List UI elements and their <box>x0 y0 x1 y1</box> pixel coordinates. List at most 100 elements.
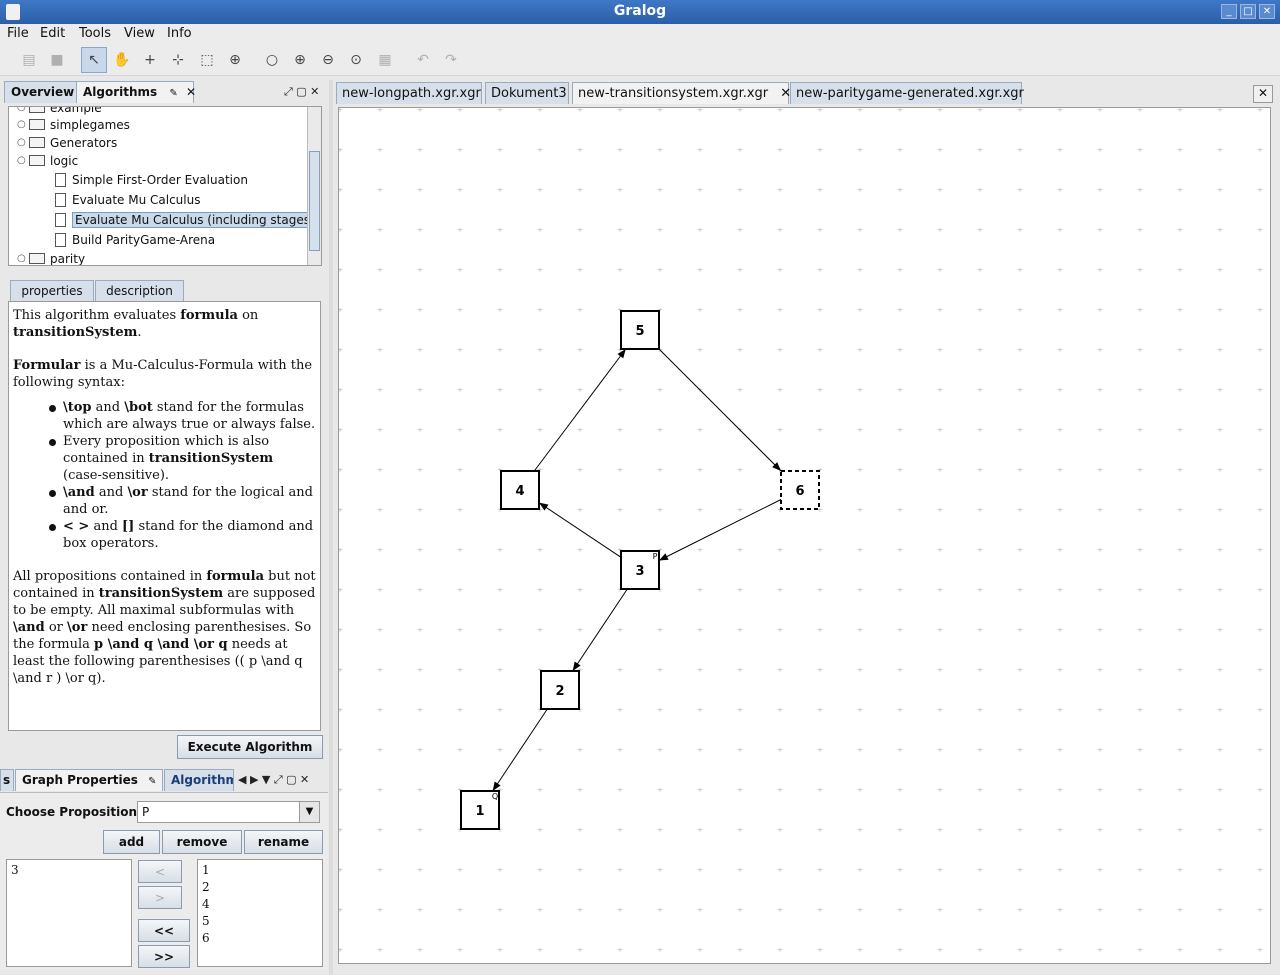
move-left-button[interactable]: < <box>138 860 182 883</box>
list-item[interactable]: 6 <box>202 930 318 947</box>
vertex-4[interactable]: 4 <box>500 470 540 510</box>
zoom-in-icon[interactable]: ⊕ <box>287 47 313 73</box>
vertex-label: 3 <box>635 564 644 579</box>
desc-paragraph-3: All propositions contained in formula bu… <box>13 569 316 686</box>
pin-icon[interactable]: ✎ <box>148 776 156 787</box>
tab-longpath[interactable]: new-longpath.xgr.xgr <box>336 82 482 104</box>
list-item[interactable]: 1 <box>202 862 318 879</box>
maximize-button[interactable]: □ <box>1240 4 1256 19</box>
minimize-button[interactable]: _ <box>1221 4 1237 19</box>
tab-algorithms[interactable]: Algorithms ✎ ✕ <box>76 81 196 103</box>
hand-icon[interactable]: ✋ <box>109 47 135 73</box>
zoom-100-icon[interactable]: ⊙ <box>343 47 369 73</box>
tab-algorithms-label: Algorithms <box>83 85 158 99</box>
add-vertex-icon[interactable]: + <box>137 47 163 73</box>
open-icon[interactable]: ▤ <box>16 47 42 73</box>
menu-tools[interactable]: Tools <box>79 26 111 41</box>
tree-item-simple-fo-eval[interactable]: Simple First-Order Evaluation <box>55 170 248 189</box>
execute-algorithm-button[interactable]: Execute Algorithm <box>177 735 323 759</box>
tree-item-generators[interactable]: ○ Generators <box>17 133 117 152</box>
scroll-thumb[interactable] <box>309 151 320 251</box>
document-icon <box>55 172 66 187</box>
grid-background <box>339 108 1270 963</box>
undo-icon[interactable]: ↶ <box>410 47 436 73</box>
tree-item-eval-mu[interactable]: Evaluate Mu Calculus <box>55 190 200 209</box>
zoom-out-icon[interactable]: ⊖ <box>315 47 341 73</box>
menu-view[interactable]: View <box>124 26 155 41</box>
tree-item-simplegames[interactable]: ○ simplegames <box>17 115 130 134</box>
tab-dokument3[interactable]: Dokument3 <box>485 82 569 104</box>
algorithm-description: This algorithm evaluates formula on tran… <box>8 301 321 731</box>
toolbar: ▤ ■ ↖ ✋ + ⊹ ⬚ ⊕ ○ ⊕ ⊖ ⊙ ▦ ↶ ↷ <box>0 44 1280 76</box>
list-item[interactable]: 3 <box>11 862 127 879</box>
select-rect-icon[interactable]: ⬚ <box>194 47 220 73</box>
vertex-label: 1 <box>475 804 484 819</box>
menu-edit[interactable]: Edit <box>40 26 65 41</box>
vertex-label: 5 <box>635 324 644 339</box>
close-editor-button[interactable]: ✕ <box>1253 85 1273 103</box>
grid-icon[interactable]: ▦ <box>372 47 398 73</box>
vertex-5[interactable]: 5 <box>620 310 660 350</box>
pin-icon[interactable]: ✎ <box>169 88 177 99</box>
desc-paragraph-1: This algorithm evaluates formula on tran… <box>13 308 259 340</box>
vertex-label: 2 <box>555 684 564 699</box>
menu-bar: File Edit Tools View Info <box>0 24 1280 44</box>
move-right-button[interactable]: > <box>138 886 182 909</box>
vertical-splitter[interactable] <box>329 80 333 975</box>
choose-proposition-label: Choose Proposition: <box>6 805 142 819</box>
tab-hidden[interactable]: s <box>0 769 14 791</box>
vertex-proposition-mark: Q <box>492 792 498 801</box>
vertex-1[interactable]: 1Q <box>460 790 500 830</box>
menu-info[interactable]: Info <box>167 26 192 41</box>
move-all-left-button[interactable]: << <box>138 919 190 942</box>
tab-paritygame[interactable]: new-paritygame-generated.xgr.xgr <box>790 82 1024 104</box>
tab-graph-properties[interactable]: Graph Properties ✎ ✕ <box>15 769 174 791</box>
zoom-icon[interactable]: ○ <box>259 47 285 73</box>
tree-item-build-parity[interactable]: Build ParityGame-Arena <box>55 230 215 249</box>
tab-transitionsystem[interactable]: new-transitionsystem.xgr.xgr ✕ <box>572 82 791 104</box>
select-icon[interactable]: ↖ <box>81 47 107 73</box>
vertex-3[interactable]: 3P <box>620 550 660 590</box>
document-icon <box>55 232 66 247</box>
tab-properties[interactable]: properties <box>10 280 94 302</box>
add-button[interactable]: add <box>103 830 160 854</box>
tree-scrollbar[interactable] <box>307 107 321 265</box>
redo-icon[interactable]: ↷ <box>438 47 464 73</box>
panel-controls[interactable]: ◀ ▶ ▼ ⤢ ▢ ✕ <box>238 773 309 787</box>
tab-description[interactable]: description <box>95 280 184 302</box>
graph-canvas[interactable]: + + 5463P21Q <box>338 107 1271 964</box>
proposition-false-list[interactable]: 1 2 4 5 6 <box>197 859 323 967</box>
graph-svg[interactable]: + + 5463P21Q <box>339 108 1270 963</box>
chevron-down-icon[interactable]: ▼ <box>299 802 319 822</box>
add-edge-icon[interactable]: ⊹ <box>165 47 191 73</box>
tree-item-eval-mu-stages[interactable]: Evaluate Mu Calculus (including stages) <box>55 210 318 229</box>
list-item: \and and \or stand for the logical and a… <box>49 484 316 518</box>
proposition-true-list[interactable]: 3 <box>6 859 132 967</box>
tab-algorithm[interactable]: Algorithm <box>164 769 234 791</box>
folder-icon <box>29 119 45 130</box>
close-window-button[interactable]: ✕ <box>1259 4 1275 19</box>
remove-button[interactable]: remove <box>162 830 242 854</box>
proposition-combo[interactable]: P ▼ <box>137 801 320 823</box>
vertex-2[interactable]: 2 <box>540 670 580 710</box>
proposition-value: P <box>142 805 150 819</box>
tab-overview[interactable]: Overview <box>4 81 82 103</box>
window-title: Gralog <box>613 3 667 19</box>
rename-button[interactable]: rename <box>244 830 323 854</box>
tree-item-logic[interactable]: ○ logic <box>17 151 78 170</box>
zoom-fit-icon[interactable]: ⊕ <box>222 47 248 73</box>
document-icon <box>55 212 66 227</box>
title-bar: Gralog _ □ ✕ <box>0 0 1280 24</box>
close-tab-icon[interactable]: ✕ <box>186 85 196 99</box>
tree-item-parity[interactable]: ○ parity <box>17 249 85 266</box>
folder-icon <box>29 155 45 166</box>
vertex-proposition-mark: P <box>653 552 658 561</box>
list-item[interactable]: 4 <box>202 896 318 913</box>
vertex-6[interactable]: 6 <box>780 470 820 510</box>
move-all-right-button[interactable]: >> <box>138 945 190 968</box>
save-icon[interactable]: ■ <box>44 47 70 73</box>
panel-controls[interactable]: ⤢ ▢ ✕ <box>284 85 319 99</box>
list-item[interactable]: 5 <box>202 913 318 930</box>
menu-file[interactable]: File <box>7 26 29 41</box>
list-item[interactable]: 2 <box>202 879 318 896</box>
